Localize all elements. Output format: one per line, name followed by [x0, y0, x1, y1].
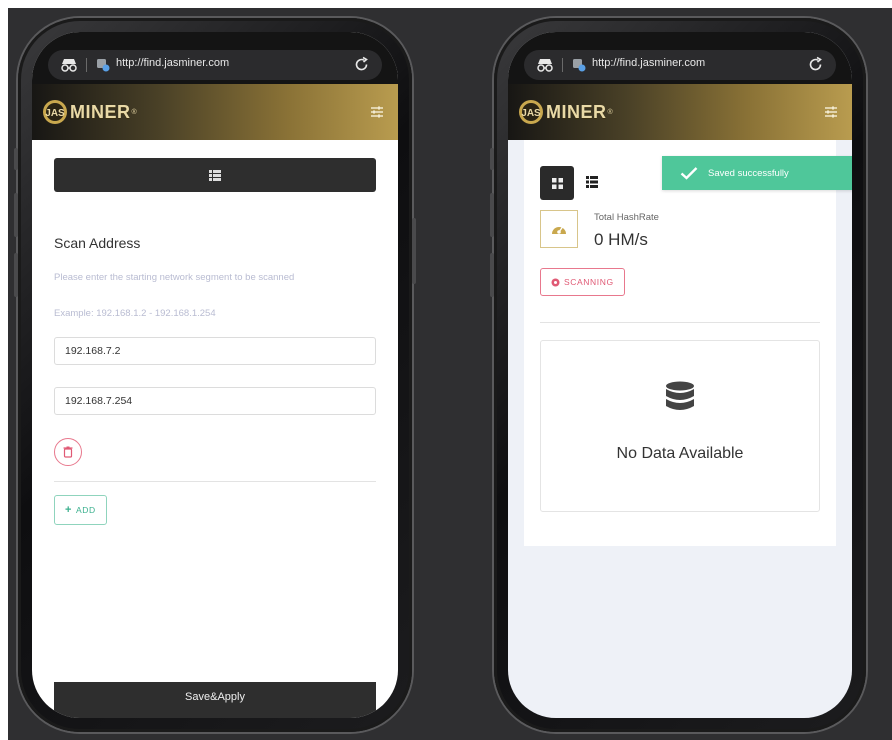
list-view-button[interactable] — [586, 176, 598, 188]
scanning-label: SCANNING — [564, 277, 614, 287]
logo-registered-mark: ® — [607, 108, 613, 116]
jasminer-logo[interactable]: JAS MINER ® — [42, 98, 137, 126]
scan-screen: http://find.jasminer.com JAS MINER ® Sca… — [32, 32, 398, 718]
url-bar[interactable]: http://find.jasminer.com — [524, 50, 836, 80]
phone-volume-up-button — [14, 193, 18, 237]
incognito-icon — [61, 59, 77, 72]
settings-icon[interactable] — [824, 105, 838, 119]
end-ip-input[interactable] — [54, 387, 376, 415]
site-icon — [573, 59, 586, 72]
phone-volume-down-button — [14, 253, 18, 297]
plus-icon: + — [65, 504, 73, 516]
phone-left: http://find.jasminer.com JAS MINER ® Sca… — [14, 18, 416, 732]
app-header: JAS MINER ® — [32, 84, 398, 140]
delete-range-button[interactable] — [54, 438, 82, 466]
url-divider — [562, 58, 563, 72]
svg-text:JAS: JAS — [45, 108, 65, 119]
settings-icon[interactable] — [370, 105, 384, 119]
phone-volume-up-button — [490, 193, 494, 237]
svg-text:JAS: JAS — [521, 108, 541, 119]
reload-icon[interactable] — [353, 56, 370, 73]
section-divider — [540, 322, 820, 323]
total-hashrate-label: Total HashRate — [594, 212, 659, 223]
browser-bar: http://find.jasminer.com — [32, 32, 398, 84]
logo-text: MINER — [546, 101, 607, 122]
logo-mark: JAS — [43, 100, 67, 124]
grid-view-button[interactable] — [540, 166, 574, 200]
phone-volume-down-button — [490, 253, 494, 297]
add-button-label: ADD — [76, 505, 96, 515]
url-divider — [86, 58, 87, 72]
phone-mute-button — [490, 148, 494, 170]
top-border — [0, 0, 892, 8]
check-icon — [680, 167, 698, 180]
save-apply-button[interactable]: Save&Apply — [54, 682, 376, 718]
grid-icon — [551, 177, 563, 189]
logo-mark: JAS — [519, 100, 543, 124]
logo-registered-mark: ® — [131, 108, 137, 116]
browser-bar: http://find.jasminer.com — [508, 32, 852, 84]
add-range-button[interactable]: + ADD — [54, 495, 107, 525]
scan-address-title: Scan Address — [54, 235, 141, 251]
url-bar[interactable]: http://find.jasminer.com — [48, 50, 382, 80]
no-data-text: No Data Available — [616, 445, 744, 462]
section-divider — [54, 481, 376, 482]
url-text[interactable]: http://find.jasminer.com — [592, 57, 705, 69]
app-header: JAS MINER ® — [508, 84, 852, 140]
dashboard-screen: http://find.jasminer.com JAS MINER ® Tot… — [508, 32, 852, 718]
scan-example: Example: 192.168.1.2 - 192.168.1.254 — [54, 308, 216, 319]
empty-state: No Data Available — [540, 340, 820, 512]
reload-icon[interactable] — [807, 56, 824, 73]
left-border — [0, 0, 8, 740]
phone-right: http://find.jasminer.com JAS MINER ® Tot… — [490, 18, 866, 732]
scanning-button[interactable]: SCANNING — [540, 268, 625, 296]
incognito-icon — [537, 59, 553, 72]
phone-power-button — [412, 218, 416, 284]
phone-mute-button — [14, 148, 18, 170]
miner-dashboard-card: Total HashRate 0 HM/s SCANNING No Data A… — [524, 140, 836, 546]
start-ip-input[interactable] — [54, 337, 376, 365]
toast-message: Saved successfully — [708, 167, 789, 179]
hashrate-icon-box — [540, 210, 578, 248]
radar-icon — [551, 278, 560, 286]
trash-icon — [63, 446, 73, 458]
view-toggle-bar[interactable] — [54, 158, 376, 192]
jasminer-logo[interactable]: JAS MINER ® — [518, 98, 613, 126]
total-hashrate-value: 0 HM/s — [594, 230, 648, 249]
url-text[interactable]: http://find.jasminer.com — [116, 57, 229, 69]
logo-text: MINER — [70, 101, 131, 122]
scan-instruction: Please enter the starting network segmen… — [54, 272, 295, 283]
list-icon — [209, 169, 221, 181]
database-icon — [666, 381, 694, 410]
success-toast: Saved successfully — [662, 156, 852, 190]
gauge-icon — [552, 226, 566, 234]
site-icon — [97, 59, 110, 72]
